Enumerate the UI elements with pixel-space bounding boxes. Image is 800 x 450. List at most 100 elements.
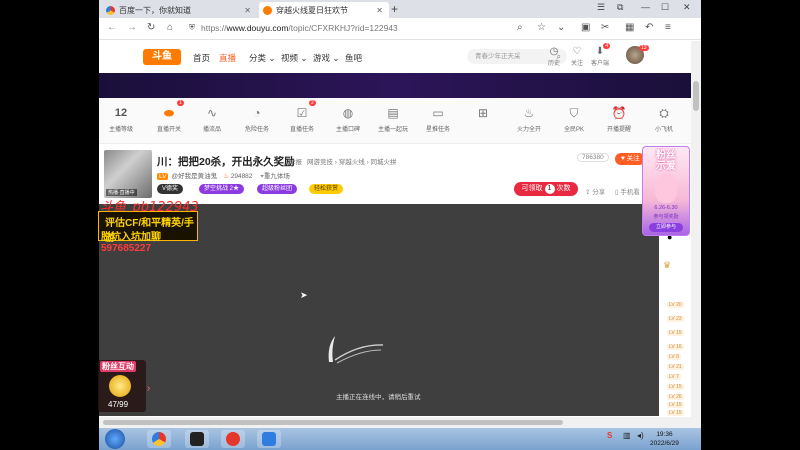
room-category[interactable]: 网游竞技 › 穿越火线 › 同城火拼 (307, 156, 397, 166)
douyu-logo[interactable]: 斗鱼 (143, 49, 181, 65)
follow-button[interactable]: ♥ 关注 (615, 153, 645, 165)
task-plane[interactable]: ⛭ 小飞机 (644, 106, 684, 133)
nav-video[interactable]: 视频 ⌄ (281, 52, 308, 64)
nav-fishbar[interactable]: 鱼吧 (345, 52, 362, 64)
checklist-icon: ☑ (296, 106, 308, 120)
message-badge: 4 (603, 43, 610, 49)
network-icon[interactable]: ▥ (623, 431, 631, 440)
task-live-switch[interactable]: ⬬ 直播开关 1 (149, 100, 189, 133)
rank-badge: LV 8 (667, 354, 681, 360)
undo-icon[interactable]: ↶ (645, 22, 653, 33)
mouse-cursor-icon: ➤ (300, 290, 308, 300)
task-live-mission[interactable]: ☑ 直播任务 2 (282, 100, 322, 133)
task-pk[interactable]: ⛉ 全民PK (554, 106, 594, 133)
anchor-avatar[interactable]: 热播·直播中 (104, 150, 152, 198)
close-icon[interactable]: ✕ (244, 6, 251, 15)
rank-badge: LV 15 (667, 330, 684, 336)
nav-home[interactable]: 首页 (193, 52, 210, 64)
maximize-icon[interactable]: ☐ (661, 2, 669, 13)
clock-time: 19:36 (656, 431, 673, 438)
search-placeholder: 青春少年正天采 (475, 53, 521, 60)
rank-badge: LV 26 (667, 394, 684, 400)
anchor-name[interactable]: @好我是黄油鬼 (171, 173, 217, 180)
nav-games[interactable]: 游戏 ⌄ (313, 52, 340, 64)
anchor-city: 重九体场 (263, 173, 290, 180)
tab-baidu[interactable]: 百度一下，你就知道 ✕ (102, 2, 257, 18)
system-clock[interactable]: 19:36 2022/6/29 (650, 430, 679, 448)
close-window-icon[interactable]: ✕ (683, 2, 691, 13)
task-label: 主播一起玩 (377, 127, 408, 133)
share-label: 分享 (592, 189, 606, 196)
anchor-level[interactable]: 12 主播等级 (101, 106, 141, 133)
mascot-icon (655, 173, 677, 203)
ad-line-2: 脱坑入坑加聊597685227 (101, 228, 197, 254)
task-stream[interactable]: ∿ 播流品 (192, 106, 232, 133)
claim-button[interactable]: 可领取 1 次数 (514, 182, 578, 196)
clipboard-icon: ▤ (387, 106, 399, 120)
taskbar-browser[interactable] (147, 430, 171, 448)
follow-button[interactable]: ♡ 关注 (566, 46, 588, 67)
task-play-together[interactable]: ▤ 主播一起玩 (373, 106, 413, 133)
task-firepower[interactable]: ♨ 火力全开 (509, 106, 549, 133)
forward-icon[interactable]: → (127, 22, 137, 33)
back-icon[interactable]: ← (107, 22, 117, 33)
taskbar-music[interactable] (221, 430, 245, 448)
fan-interaction-widget[interactable]: 粉丝互动 47/99 (98, 360, 146, 412)
pill-challenge[interactable]: 梦空挑战 2★ (199, 184, 245, 194)
extensions-icon[interactable]: ▣ (581, 22, 590, 33)
chevron-right-icon[interactable]: › (147, 383, 150, 394)
task-reputation[interactable]: ◍ 主播口碑 (328, 106, 368, 133)
refresh-icon[interactable]: ↻ (147, 22, 155, 33)
shield-icon[interactable]: ⛨ (189, 23, 195, 33)
nav-category-label: 分类 (249, 53, 267, 63)
task-star[interactable]: ▭ 星推任务 (418, 106, 458, 133)
nav-category[interactable]: 分类 ⌄ (249, 52, 276, 64)
history-label: 历史 (547, 61, 560, 67)
taskbar-security[interactable] (257, 430, 281, 448)
tab-douyu[interactable]: 穿越火线夏日狂欢节 ✕ (259, 2, 389, 18)
report-link[interactable]: 举报 (289, 156, 302, 166)
interaction-count: 47/99 (108, 400, 129, 409)
promo-join-button[interactable]: 立即参与 (649, 223, 683, 232)
mobile-button[interactable]: ▯ 手机看 (615, 186, 640, 196)
restore-icon[interactable]: ⧉ (617, 2, 623, 13)
nav-live[interactable]: 直播 (219, 52, 236, 64)
rank-badge: LV 15 (667, 384, 684, 390)
mobile-label: 手机看 (620, 189, 640, 196)
sync-icon[interactable]: ☰ (597, 2, 605, 13)
star-icon[interactable]: ☆ (537, 22, 546, 33)
menu-icon[interactable]: ≡ (665, 22, 671, 33)
horizontal-scrollbar[interactable] (99, 417, 691, 428)
task-gift[interactable]: ⊞ (463, 106, 503, 124)
client-button[interactable]: ⬇ 客户端 4 (589, 43, 611, 67)
input-method-icon[interactable]: S (607, 431, 612, 440)
grid-icon[interactable]: ▦ (625, 22, 634, 33)
start-button[interactable] (105, 429, 125, 449)
close-icon[interactable]: ✕ (376, 6, 383, 15)
task-reminder[interactable]: ⏰ 开播提醒 (599, 106, 639, 133)
history-button[interactable]: ◷ 历史 (543, 46, 565, 67)
minimize-icon[interactable]: — (641, 2, 650, 12)
share-button[interactable]: ⇪ 分享 (585, 186, 605, 196)
pk-icon: ⛉ (569, 106, 579, 120)
new-tab-icon[interactable]: + (391, 2, 398, 16)
pill-fan-club[interactable]: 超级粉丝团 (257, 184, 298, 194)
pill-reward[interactable]: 轻松获赏 (309, 184, 344, 194)
fan-promo-card[interactable]: 粉丝 示爱 6.26-6.30 参与领奖励 立即参与 (642, 146, 690, 236)
task-danger[interactable]: ◔ 危险任务 (237, 106, 277, 133)
home-icon[interactable]: ⌂ (167, 22, 173, 33)
scrollbar-thumb[interactable] (693, 81, 699, 111)
volume-icon[interactable]: ◂) (637, 431, 644, 440)
url-field[interactable]: https://www.douyu.com/topic/CFXRKHJ?rid=… (201, 23, 398, 33)
loading-logo-icon (328, 336, 384, 364)
taskbar-game[interactable] (185, 430, 209, 448)
viewer-count: 786380 (577, 153, 609, 162)
scrollbar-thumb[interactable] (103, 420, 563, 425)
chevron-down-icon[interactable]: ⌄ (557, 22, 565, 33)
claim-count: 1 (544, 184, 555, 194)
search-icon[interactable]: ⌕ (517, 22, 523, 33)
screenshot-icon[interactable]: ✂ (601, 22, 609, 33)
vertical-scrollbar[interactable] (691, 41, 701, 428)
pill-vip[interactable]: V德奖 (157, 184, 184, 194)
client-label: 客户端 (590, 61, 609, 67)
